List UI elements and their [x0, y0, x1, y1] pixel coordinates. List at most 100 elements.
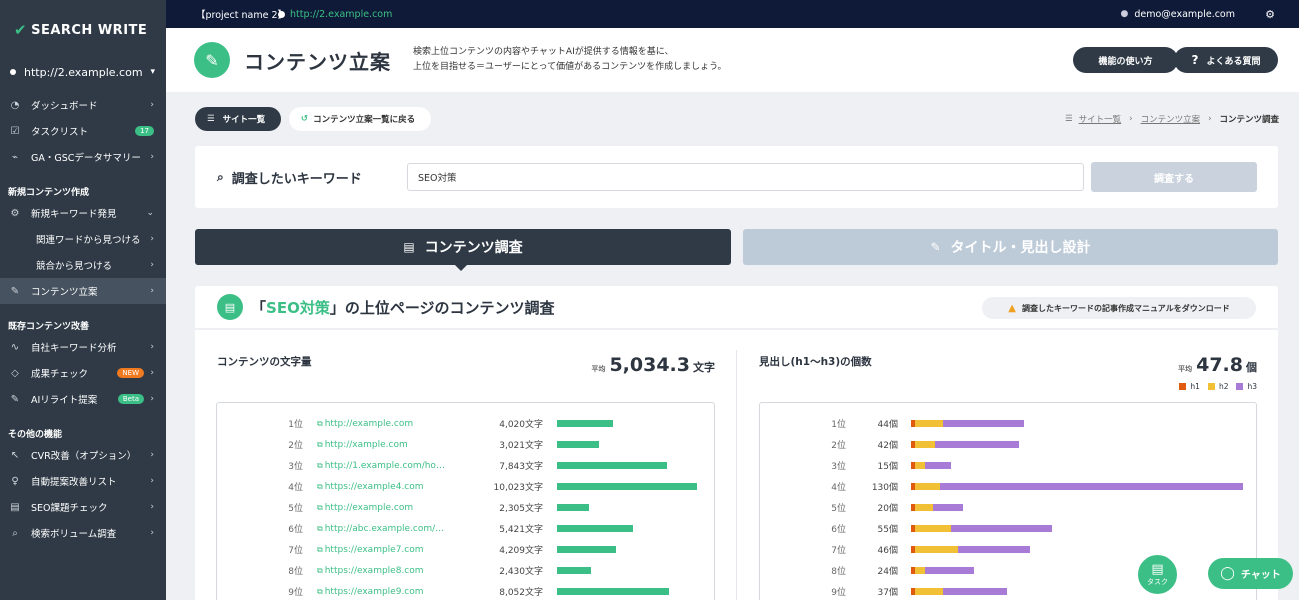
heading-bar-h3 — [935, 441, 1020, 448]
char-count: 2,305文字 — [499, 504, 543, 514]
back-label: コンテンツ立案一覧に戻る — [313, 115, 416, 125]
page-description-line: 検索上位コンテンツの内容やチャットAIが提供する情報を基に、 — [413, 47, 674, 57]
result-url-link[interactable]: ⧉ https://example7.com — [317, 545, 457, 555]
rank: 6位 — [288, 525, 303, 535]
breadcrumb-content-plan[interactable]: コンテンツ立案 — [1141, 113, 1201, 125]
gear-icon[interactable]: ⚙ — [1265, 8, 1275, 21]
sidebar-item-seo-check[interactable]: ▤ SEO課題チェック › — [0, 494, 166, 520]
result-url-link[interactable]: ⧉ http://abc.example.com/… — [317, 524, 457, 534]
edit-icon: ✎ — [930, 240, 941, 254]
undo-icon: ↺ — [301, 114, 309, 124]
document-icon: ▤ — [403, 240, 415, 254]
result-url-text: http://example.com — [324, 418, 414, 429]
char-average: 平均 5,034.3 文字 — [591, 354, 715, 376]
keyword-label: ⌕ 調査したいキーワード — [217, 168, 362, 187]
avg-unit: 文字 — [693, 361, 715, 374]
char-bar — [557, 546, 616, 553]
char-count-list: 1位 ⧉ http://example.com 4,020文字 2位 ⧉ http://xa… — [216, 402, 715, 600]
heading-bar-h2 — [915, 441, 936, 448]
download-manual-button[interactable]: ▲ 調査したキーワードの記事作成マニュアルをダウンロード — [982, 297, 1256, 319]
page-title: コンテンツ立案 — [244, 49, 391, 74]
sidebar-item-ai-rewrite[interactable]: ✎ AIリライト提案 Beta › — [0, 386, 166, 412]
edit-icon: ✎ — [10, 285, 20, 297]
checkbox-icon: ☑ — [10, 125, 20, 137]
site-list-button[interactable]: ☰ サイト一覧 — [195, 107, 281, 131]
result-url-link[interactable]: ⧉ https://example9.com — [317, 587, 457, 597]
sidebar-item-content-plan[interactable]: ✎ コンテンツ立案 › — [0, 278, 166, 304]
heading-count: 130個 — [871, 483, 898, 493]
gear-icon: ⚙ — [10, 207, 20, 219]
sidebar-item-auto-suggest[interactable]: ♀ 自動提案改善リスト › — [0, 468, 166, 494]
external-link-icon: ⧉ — [317, 565, 323, 575]
char-count: 3,021文字 — [499, 441, 543, 451]
chat-button[interactable]: ◯ チャット — [1208, 558, 1293, 589]
card-title-rest: 」の上位ページのコンテンツ調査 — [329, 298, 555, 317]
tab-title-design[interactable]: ✎ タイトル・見出し設計 — [743, 229, 1278, 265]
legend-swatch-h2 — [1207, 383, 1215, 390]
logo[interactable]: ✔ SEARCH WRITE — [0, 0, 166, 60]
heading-average: 平均 47.8 個 — [1178, 354, 1257, 376]
result-url-text: https://example7.com — [324, 544, 424, 555]
result-url-link[interactable]: ⧉ https://example8.com — [317, 566, 457, 576]
sidebar-item-dashboard[interactable]: ◔ ダッシュボード › — [0, 92, 166, 118]
list-item: 3位 15個 — [760, 455, 1256, 476]
tab-content-research[interactable]: ▤ コンテンツ調査 — [195, 229, 731, 271]
site-url[interactable]: http://2.example.com — [278, 9, 418, 20]
list-item: 4位 130個 — [760, 476, 1256, 497]
howto-button[interactable]: 機能の使い方 — [1073, 47, 1178, 73]
result-url-link[interactable]: ⧉ http://example.com — [317, 503, 457, 513]
sidebar-item-cvr[interactable]: ↖ CVR改善（オプション） › — [0, 442, 166, 468]
result-url-link[interactable]: ⧉ http://1.example.com/ho… — [317, 461, 457, 471]
trend-icon: ∿ — [10, 341, 20, 353]
result-url-link[interactable]: ⧉ https://example4.com — [317, 482, 457, 492]
char-bar — [557, 441, 600, 448]
chat-icon: ◯ — [1220, 566, 1235, 581]
char-count: 2,430文字 — [499, 567, 543, 577]
project-name[interactable]: 【project name 2】 — [196, 7, 287, 21]
keyword-label-text: 調査したいキーワード — [231, 172, 362, 187]
back-to-list-button[interactable]: ↺ コンテンツ立案一覧に戻る — [289, 107, 431, 131]
heading-bar-h3 — [943, 588, 1007, 595]
result-url-link[interactable]: ⧉ http://example.com — [317, 419, 457, 429]
sidebar-item-tasks[interactable]: ☑ タスクリスト 17 — [0, 118, 166, 144]
result-url-link[interactable]: ⧉ http://xample.com — [317, 440, 457, 450]
heading-count: 42個 — [877, 441, 898, 451]
breadcrumb-site-list[interactable]: サイト一覧 — [1079, 113, 1122, 125]
task-fab[interactable]: ▤ タスク — [1136, 553, 1179, 596]
sidebar-item-new-keyword[interactable]: ⚙ 新規キーワード発見 ⌄ — [0, 200, 166, 226]
sidebar-item-ga-gsc[interactable]: ⌁ GA・GSCデータサマリー › — [0, 144, 166, 170]
avg-label: 平均 — [591, 365, 606, 373]
sidebar-item-label: ダッシュボード — [31, 101, 98, 112]
chevron-right-icon: › — [150, 342, 154, 352]
sidebar-item-search-volume[interactable]: ⌕ 検索ボリューム調査 › — [0, 520, 166, 546]
research-button[interactable]: 調査する — [1091, 162, 1257, 192]
clipboard-icon: ▤ — [1151, 562, 1164, 577]
site-selector-label: http://2.example.com — [24, 65, 143, 79]
chevron-right-icon: › — [150, 502, 154, 512]
sidebar-item-label: 自動提案改善リスト — [31, 477, 117, 488]
document-icon: ▤ — [217, 294, 243, 320]
char-bar — [557, 420, 614, 427]
legend-swatch-h3 — [1236, 383, 1244, 390]
list-icon: ☰ — [207, 114, 215, 124]
chevron-right-icon: › — [150, 152, 154, 162]
task-fab-label: タスク — [1147, 578, 1168, 586]
list-item: 5位 20個 — [760, 497, 1256, 518]
sidebar-item-results-check[interactable]: ◇ 成果チェック NEW › — [0, 360, 166, 386]
sidebar-item-related-words[interactable]: 関連ワードから見つける › — [0, 226, 166, 252]
faq-button[interactable]: ? よくある質問 — [1174, 47, 1278, 73]
char-bar — [557, 462, 667, 469]
rank: 8位 — [288, 567, 303, 577]
sidebar-item-competitors[interactable]: 競合から見つける › — [0, 252, 166, 278]
site-selector[interactable]: http://2.example.com ▾ — [0, 60, 166, 84]
user-menu[interactable]: ● demo@example.com — [1121, 9, 1236, 20]
sidebar-item-keyword-analysis[interactable]: ∿ 自社キーワード分析 › — [0, 334, 166, 360]
keyword-input[interactable] — [407, 163, 1084, 191]
breadcrumb-separator-icon: › — [1129, 114, 1133, 124]
list-item: 8位 24個 — [760, 560, 1256, 581]
heading-bar-h3 — [932, 504, 964, 511]
warning-icon: ▲ — [1008, 302, 1016, 314]
external-link-icon: ⧉ — [317, 544, 323, 554]
card-title-keyword: SEO対策 — [266, 298, 330, 317]
char-bar — [557, 567, 591, 574]
